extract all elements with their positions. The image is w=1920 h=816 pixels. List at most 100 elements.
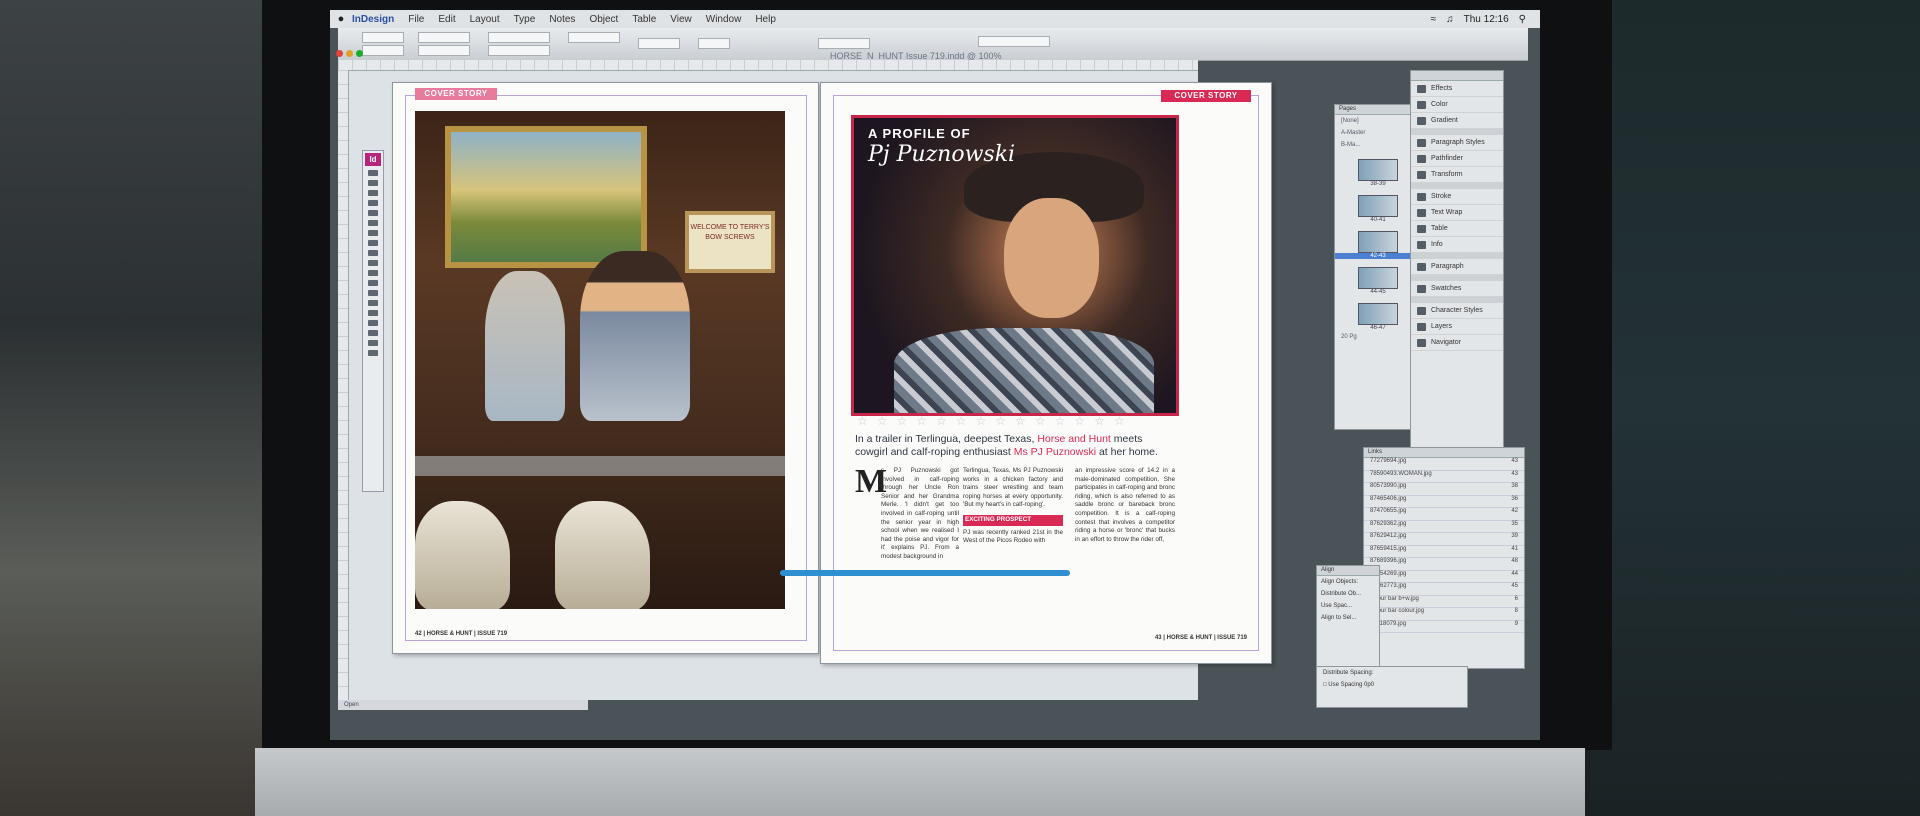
link-row[interactable]: 87754269.jpg 44 (1364, 571, 1524, 583)
panel-transform[interactable]: Transform (1411, 167, 1503, 183)
panel-stroke[interactable]: Stroke (1411, 189, 1503, 205)
page-thumb-selected[interactable] (1358, 231, 1398, 253)
panel-color[interactable]: Color (1411, 97, 1503, 113)
clock[interactable]: Thu 12:16 (1464, 14, 1509, 25)
panel-gradient[interactable]: Gradient (1411, 113, 1503, 129)
intro-paragraph[interactable]: In a trailer in Terlingua, deepest Texas… (855, 433, 1175, 459)
opacity-field[interactable] (818, 38, 870, 49)
rotate-tool-icon[interactable] (368, 270, 378, 276)
menu-table[interactable]: Table (632, 14, 656, 25)
shear-field[interactable] (638, 38, 680, 49)
fill-stroke-swatch-icon[interactable] (368, 340, 378, 346)
menu-edit[interactable]: Edit (438, 14, 455, 25)
menu-layout[interactable]: Layout (470, 14, 500, 25)
view-mode-icon[interactable] (368, 350, 378, 356)
free-transform-tool-icon[interactable] (368, 260, 378, 266)
scale-tool-icon[interactable] (368, 280, 378, 286)
menu-window[interactable]: Window (706, 14, 742, 25)
selection-tool-icon[interactable] (368, 170, 378, 176)
menu-file[interactable]: File (408, 14, 424, 25)
link-row[interactable]: colour bar b+w.jpg 6 (1364, 596, 1524, 608)
gradient-tool-icon[interactable] (368, 290, 378, 296)
menu-notes[interactable]: Notes (549, 14, 575, 25)
profile-photo[interactable]: A PROFILE OF Pj Puznowski (851, 115, 1179, 416)
scale-y-field[interactable] (488, 45, 550, 56)
page-thumb[interactable] (1358, 267, 1398, 289)
link-row[interactable]: 87762773.jpg 45 (1364, 583, 1524, 596)
panel-character-styles[interactable]: Character Styles (1411, 303, 1503, 319)
cover-photo-left[interactable]: WELCOME TO TERRY'S BOW SCREWS (415, 111, 785, 609)
link-row[interactable]: 87470655.jpg 42 (1364, 508, 1524, 521)
menu-help[interactable]: Help (755, 14, 776, 25)
frame-style-select[interactable] (978, 36, 1050, 47)
zoom-tool-icon[interactable] (368, 330, 378, 336)
height-field[interactable] (418, 45, 470, 56)
menu-view[interactable]: View (670, 14, 692, 25)
horizontal-ruler[interactable] (338, 60, 1198, 71)
link-row[interactable]: 87629362.jpg 35 (1364, 521, 1524, 533)
spacing-value[interactable]: 0p0 (1364, 682, 1374, 688)
panel-layers[interactable]: Layers (1411, 319, 1503, 335)
panel-effects[interactable]: Effects (1411, 81, 1503, 97)
pages-panel-header[interactable]: Pages (1335, 105, 1421, 115)
rectangle-frame-tool-icon[interactable] (368, 230, 378, 236)
hand-tool-icon[interactable] (368, 320, 378, 326)
volume-icon[interactable]: ♫ (1446, 14, 1454, 25)
distribute-use-spacing-checkbox[interactable]: □ Use Spacing 0p0 (1317, 679, 1467, 691)
panel-info[interactable]: Info (1411, 237, 1503, 253)
link-row[interactable]: colour bar colour.jpg 8 (1364, 608, 1524, 621)
vertical-ruler[interactable] (338, 70, 349, 700)
link-row[interactable]: 87629412.jpg 39 (1364, 533, 1524, 546)
scale-x-field[interactable] (488, 32, 550, 43)
panel-pathfinder[interactable]: Pathfinder (1411, 151, 1503, 167)
panel-table[interactable]: Table (1411, 221, 1503, 237)
menu-object[interactable]: Object (589, 14, 618, 25)
direct-selection-tool-icon[interactable] (368, 180, 378, 186)
master-a[interactable]: A-Master (1335, 127, 1421, 139)
body-column-3[interactable]: an impressive score of 14.2 in a male-do… (1075, 467, 1175, 544)
link-row[interactable]: dv818079.jpg 9 (1364, 621, 1524, 633)
left-page[interactable]: COVER STORY WELCOME TO TERRY'S BOW SCREW… (392, 82, 819, 654)
use-spacing-checkbox[interactable]: Use Spac... (1317, 600, 1379, 612)
body-column-1[interactable]: s PJ Puznowski got involved in calf-ropi… (881, 467, 959, 562)
close-window-button[interactable] (336, 50, 343, 57)
x-field[interactable] (362, 32, 404, 43)
eyedropper-tool-icon[interactable] (368, 310, 378, 316)
y-field[interactable] (362, 45, 404, 56)
body-column-2[interactable]: Terlingua, Texas, Ms PJ Puznowski works … (963, 467, 1063, 546)
page-thumb[interactable] (1358, 303, 1398, 325)
stroke-weight-field[interactable] (698, 38, 730, 49)
line-tool-icon[interactable] (368, 210, 378, 216)
scissors-tool-icon[interactable] (368, 250, 378, 256)
menu-type[interactable]: Type (514, 14, 536, 25)
link-row[interactable]: 87659415.jpg 41 (1364, 546, 1524, 558)
app-menu[interactable]: InDesign (352, 14, 394, 25)
note-tool-icon[interactable] (368, 300, 378, 306)
link-row[interactable]: 77279694.jpg 43 (1364, 458, 1524, 471)
right-page[interactable]: COVER STORY A PROFILE OF Pj Puznowski ☆☆… (820, 82, 1272, 664)
rectangle-tool-icon[interactable] (368, 240, 378, 246)
spotlight-icon[interactable]: ⚲ (1519, 14, 1526, 25)
master-none[interactable]: [None] (1335, 115, 1421, 127)
minimize-window-button[interactable] (346, 50, 353, 57)
panel-paragraph[interactable]: Paragraph (1411, 259, 1503, 275)
panel-navigator[interactable]: Navigator (1411, 335, 1503, 351)
wifi-icon[interactable]: ≈ (1431, 14, 1437, 25)
page-thumb[interactable] (1358, 195, 1398, 217)
type-tool-icon[interactable] (368, 200, 378, 206)
pen-tool-icon[interactable] (368, 190, 378, 196)
align-panel-header[interactable]: Align (1317, 566, 1379, 576)
master-b[interactable]: B-Ma... (1335, 139, 1421, 151)
link-row[interactable]: 87689396.jpg 48 (1364, 558, 1524, 571)
link-row[interactable]: 80573990.jpg 38 (1364, 483, 1524, 496)
links-panel-header[interactable]: Links (1364, 448, 1524, 458)
zoom-window-button[interactable] (356, 50, 363, 57)
link-row[interactable]: 87465406.jpg 36 (1364, 496, 1524, 508)
dock-header[interactable] (1411, 71, 1503, 81)
horizontal-scrollbar[interactable] (780, 570, 1070, 576)
link-row[interactable]: 78590493.WOMAN.jpg 43 (1364, 471, 1524, 483)
apple-menu-icon[interactable]: ● (330, 13, 352, 25)
panel-paragraph-styles[interactable]: Paragraph Styles (1411, 135, 1503, 151)
align-to-select[interactable]: Align to Sel... (1317, 612, 1379, 624)
rotate-field[interactable] (568, 32, 620, 43)
